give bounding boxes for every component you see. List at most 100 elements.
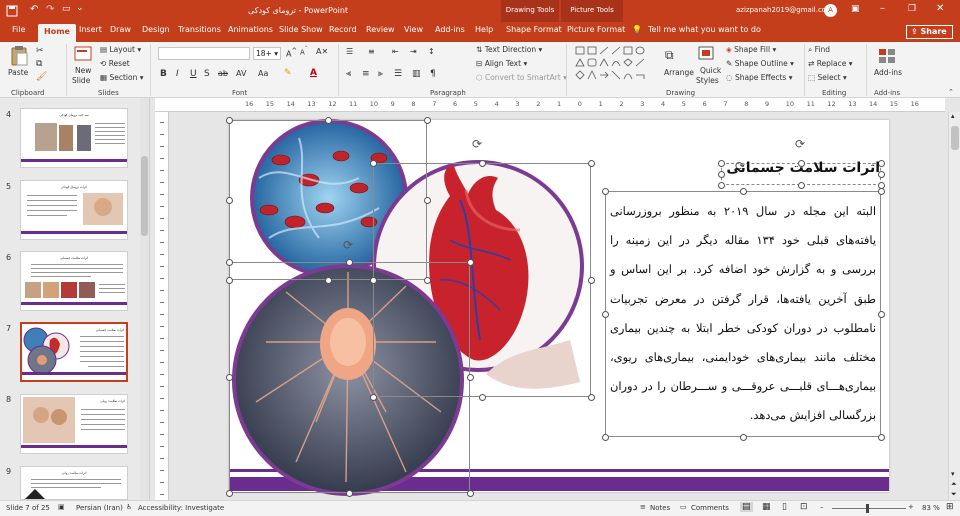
resize-handle[interactable] — [466, 258, 474, 266]
resize-handle[interactable] — [324, 276, 332, 284]
tab-help[interactable]: Help — [475, 25, 493, 34]
new-slide-icon[interactable] — [74, 46, 92, 62]
rotate-handle-icon[interactable]: ⟳ — [343, 238, 353, 252]
format-painter-icon[interactable]: 🖌 — [36, 72, 47, 82]
tab-draw[interactable]: Draw — [110, 25, 131, 34]
ribbon-display-icon[interactable]: ▣ — [851, 4, 860, 14]
tab-add-ins[interactable]: Add-ins — [435, 25, 465, 34]
align-text-button[interactable]: ⊟ Align Text ▾ — [476, 59, 527, 68]
tab-design[interactable]: Design — [142, 25, 170, 34]
slide-thumbnail-6[interactable]: اثرات سلامت جسمانی — [20, 251, 128, 311]
resize-handle[interactable] — [423, 276, 431, 284]
tab-insert[interactable]: Insert — [79, 25, 102, 34]
notes-button[interactable]: Notes — [650, 504, 670, 512]
strikethrough-icon[interactable]: ab — [218, 69, 228, 78]
slide-thumbnail-7[interactable]: اثرات سلامت جسمانی — [20, 322, 128, 382]
quick-styles-icon[interactable] — [698, 46, 716, 62]
convert-smartart-button[interactable]: ⬡ Convert to SmartArt ▾ — [476, 73, 567, 82]
increase-indent-icon[interactable]: ⇥ — [410, 47, 417, 56]
resize-handle[interactable] — [324, 116, 332, 124]
new-slide-label-2[interactable]: Slide — [72, 76, 90, 85]
scroll-thumb[interactable] — [951, 126, 959, 150]
normal-view-icon[interactable]: ▤ — [740, 502, 753, 512]
align-center-icon[interactable]: ≡ — [362, 69, 370, 79]
thumbs-scrollbar[interactable] — [140, 98, 149, 500]
tab-animations[interactable]: Animations — [228, 25, 273, 34]
share-button[interactable]: ⇪ Share — [906, 25, 953, 39]
comments-button[interactable]: Comments — [691, 504, 729, 512]
shapes-gallery[interactable] — [574, 45, 654, 87]
add-ins-button[interactable]: Add-ins — [874, 68, 902, 77]
redo-icon[interactable]: ↷ — [46, 4, 54, 15]
replace-button[interactable]: ⇄ Replace ▾ — [808, 59, 853, 68]
resize-handle[interactable] — [225, 374, 233, 381]
user-email[interactable]: azizpanah2019@gmail.com — [736, 6, 833, 14]
resize-handle[interactable] — [369, 159, 377, 167]
accessibility-icon[interactable]: ♿ — [126, 503, 132, 511]
autosave-icon[interactable] — [6, 5, 18, 17]
resize-handle[interactable] — [346, 258, 353, 266]
resize-handle[interactable] — [797, 181, 805, 189]
rtl-icon[interactable]: ¶ — [430, 69, 436, 79]
new-slide-label-1[interactable]: New — [75, 66, 91, 75]
thumbs-scroll-thumb[interactable] — [141, 156, 148, 236]
slide-thumbnail-5[interactable]: اثرات ترومای کودکی — [20, 180, 128, 240]
align-left-icon[interactable]: ⫷ — [346, 69, 351, 79]
resize-handle[interactable] — [423, 196, 431, 204]
tab-file[interactable]: File — [12, 25, 25, 34]
numbering-icon[interactable]: ≡ — [368, 47, 375, 56]
shape-fill-button[interactable]: ◈ Shape Fill ▾ — [726, 45, 776, 54]
resize-handle[interactable] — [478, 393, 486, 401]
tab-home[interactable]: Home — [38, 24, 76, 42]
layout-button[interactable]: ▤ Layout ▾ — [100, 45, 141, 54]
tab-picture-format[interactable]: Picture Format — [567, 25, 625, 34]
shape-effects-button[interactable]: ◌ Shape Effects ▾ — [726, 73, 792, 82]
copy-icon[interactable]: ⧉ — [36, 59, 42, 69]
cut-icon[interactable]: ✂ — [36, 46, 44, 56]
slide-scrollbar[interactable]: ▴ ▾ ⏶ ⏷ — [948, 112, 960, 500]
quick-styles-label-1[interactable]: Quick — [700, 66, 721, 75]
slide-thumbnail-4[interactable]: سه جنبه ترومای کودکی — [20, 108, 128, 168]
tab-record[interactable]: Record — [329, 25, 357, 34]
tab-slide-show[interactable]: Slide Show — [279, 25, 323, 34]
slide-thumbnail-9[interactable]: اثرات سلامت روانی — [20, 466, 128, 500]
quick-styles-label-2[interactable]: Styles — [696, 76, 719, 85]
increase-font-icon[interactable]: A^ — [286, 47, 297, 59]
resize-handle[interactable] — [478, 159, 486, 167]
resize-handle[interactable] — [225, 258, 233, 266]
resize-handle[interactable] — [225, 489, 233, 497]
slideshow-icon[interactable]: ⊡ — [800, 502, 808, 512]
tab-review[interactable]: Review — [366, 25, 395, 34]
resize-handle[interactable] — [587, 276, 595, 284]
text-direction-button[interactable]: ⇅ Text Direction ▾ — [476, 45, 542, 54]
tab-transitions[interactable]: Transitions — [178, 25, 221, 34]
zoom-slider[interactable] — [832, 508, 906, 509]
decrease-indent-icon[interactable]: ⇤ — [392, 47, 399, 56]
char-spacing-icon[interactable]: AV — [236, 69, 246, 78]
language-indicator[interactable]: Persian (Iran) — [76, 504, 123, 512]
scroll-down-icon[interactable]: ▾ — [951, 470, 955, 478]
resize-handle[interactable] — [423, 116, 431, 124]
notes-icon[interactable]: ≡ — [640, 503, 646, 511]
font-name-input[interactable] — [158, 47, 250, 60]
underline-icon[interactable]: U — [190, 69, 197, 79]
reading-view-icon[interactable]: ▯ — [782, 502, 787, 512]
rotate-handle-icon[interactable]: ⟳ — [795, 137, 805, 151]
collapse-ribbon-icon[interactable]: ⌃ — [948, 88, 954, 96]
resize-handle[interactable] — [369, 276, 377, 284]
slide-thumbnail-8[interactable]: اثرات سلامت روانی — [20, 394, 128, 454]
font-color-icon[interactable]: A — [310, 68, 317, 78]
restore-icon[interactable]: ❐ — [908, 4, 916, 14]
resize-handle[interactable] — [225, 276, 233, 284]
tab-view[interactable]: View — [404, 25, 423, 34]
prev-slide-icon[interactable]: ⏶ — [951, 480, 957, 489]
zoom-in-icon[interactable]: + — [908, 503, 914, 511]
section-button[interactable]: ▦ Section ▾ — [100, 73, 144, 82]
paste-button[interactable]: Paste — [8, 68, 28, 77]
slide-sorter-icon[interactable]: ▦ — [762, 502, 771, 512]
undo-icon[interactable]: ↶ — [30, 4, 38, 15]
clear-format-icon[interactable]: A✕ — [316, 47, 328, 56]
comments-icon[interactable]: ▭ — [680, 503, 687, 511]
zoom-slider-thumb[interactable] — [866, 504, 869, 513]
resize-handle[interactable] — [717, 181, 725, 189]
